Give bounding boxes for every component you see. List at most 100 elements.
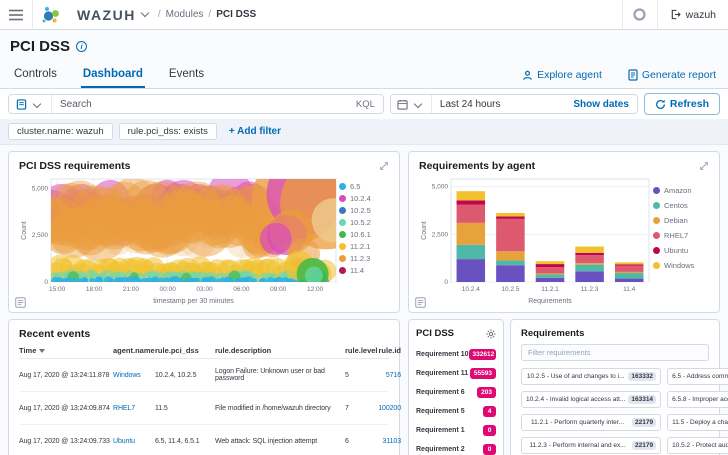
legend-color-dot	[653, 202, 660, 209]
filter-requirements-input[interactable]	[521, 344, 709, 361]
legend-color-dot	[339, 267, 346, 274]
cell-rule-id-link[interactable]: 5716	[373, 372, 401, 379]
panel-pci-dss-requirements: PCI DSS requirements 0 2,500 5,000 15:00 18:…	[8, 151, 400, 313]
kql-toggle[interactable]: KQL	[348, 99, 383, 110]
cell-time: Aug 17, 2020 @ 13:24:09.874	[19, 404, 110, 412]
time-range-value[interactable]: Last 24 hours	[432, 99, 565, 110]
legend-item[interactable]: 10.2.4	[339, 194, 387, 203]
wazuh-logo-icon[interactable]	[33, 0, 69, 30]
legend-item[interactable]: Ubuntu	[653, 246, 707, 255]
hamburger-menu-icon[interactable]	[0, 0, 32, 30]
legend-item[interactable]: 11.4	[339, 266, 387, 275]
table-row[interactable]: Aug 17, 2020 @ 13:24:09.733 Ubuntu 6.5, 11…	[19, 425, 401, 455]
requirement-row[interactable]: Requirement 5 4	[416, 402, 496, 421]
legend-item[interactable]: 11.2.1	[339, 242, 387, 251]
column-header-rule-level[interactable]: rule.level	[345, 346, 378, 355]
refresh-button[interactable]: Refresh	[643, 93, 720, 115]
breadcrumb: / Modules / PCI DSS	[157, 9, 257, 20]
legend-item[interactable]: RHEL7	[653, 231, 707, 240]
requirement-row[interactable]: Requirement 10 332612	[416, 345, 496, 364]
requirement-label: Requirement 1	[416, 427, 465, 434]
legend-item[interactable]: 10.2.5	[339, 206, 387, 215]
logout-icon	[671, 9, 681, 20]
cell-agent-link[interactable]: Ubuntu	[113, 438, 153, 445]
requirement-chip[interactable]: 10.2.4 - Invalid logical access att... 16…	[521, 391, 662, 408]
count-badge: 0	[483, 444, 496, 455]
bubble-chart[interactable]: 0 2,500 5,000 15:00 18:00 21:00 00:00 03:00 06:0…	[19, 174, 339, 306]
filter-pill[interactable]: rule.pci_dss: exists	[118, 123, 217, 140]
legend-item[interactable]: Amazon	[653, 186, 707, 195]
legend-color-dot	[339, 183, 346, 190]
requirement-chip[interactable]: 11.5 - Deploy a change detectio...28	[667, 414, 728, 431]
saved-query-menu-button[interactable]	[9, 95, 52, 113]
svg-text:10.2.5: 10.2.5	[501, 286, 519, 293]
info-icon[interactable]: i	[76, 41, 88, 52]
table-row[interactable]: Aug 17, 2020 @ 13:24:11.878 Windows 10.2.4…	[19, 359, 401, 392]
explore-agent-button[interactable]: Explore agent	[522, 69, 602, 81]
chevron-down-icon	[140, 8, 150, 18]
column-header-rule-description[interactable]: rule.description	[215, 346, 343, 355]
cell-rule-id-link[interactable]: 100200	[373, 405, 401, 412]
column-header-time[interactable]: Time	[19, 346, 111, 355]
column-header-rule-pci_dss[interactable]: rule.pci_dss	[155, 346, 213, 355]
svg-text:10.2.4: 10.2.4	[462, 286, 480, 293]
cell-pci-dss: 10.2.4, 10.2.5	[155, 371, 197, 379]
requirement-chip[interactable]: 10.5.2 - Protect audit trail files fr...…	[667, 437, 728, 454]
svg-text:09:00: 09:00	[270, 286, 287, 293]
legend-color-dot	[339, 231, 346, 238]
requirement-row[interactable]: Requirement 2 0	[416, 440, 496, 455]
add-filter-button[interactable]: + Add filter	[223, 124, 287, 139]
wazuh-wordmark-menu[interactable]: WAZUH	[69, 7, 152, 23]
logout-user-button[interactable]: wazuh	[658, 0, 728, 30]
column-header-agent-name[interactable]: agent.name	[113, 346, 155, 355]
search-input[interactable]	[52, 98, 348, 110]
svg-text:18:00: 18:00	[86, 286, 103, 293]
generate-report-button[interactable]: Generate report	[628, 69, 716, 81]
legend-color-dot	[339, 219, 346, 226]
requirement-chip[interactable]: 6.5.8 - Improper access control ...29	[667, 391, 728, 408]
cell-agent-link[interactable]: Windows	[113, 372, 153, 379]
show-dates-link[interactable]: Show dates	[565, 99, 637, 110]
legend-item[interactable]: 10.6.1	[339, 230, 387, 239]
requirement-row[interactable]: Requirement 1 0	[416, 421, 496, 440]
date-picker-menu-button[interactable]	[391, 95, 432, 113]
requirement-chip[interactable]: 11.2.3 - Perform internal and ex... 22179	[521, 437, 662, 454]
tab-dashboard[interactable]: Dashboard	[80, 61, 145, 88]
gear-icon[interactable]	[486, 328, 496, 339]
legend-item[interactable]: Debian	[653, 216, 707, 225]
stacked-bar-chart[interactable]: 10.2.4 10.2.5 11.2.1 11.2.3 11.4 0 2,500 5,000 R…	[419, 174, 653, 306]
tab-events[interactable]: Events	[167, 61, 206, 88]
legend-toggle-icon[interactable]	[415, 297, 426, 308]
requirement-chip[interactable]: 6.5 - Address common coding ...174	[667, 368, 728, 385]
dashboard-content: PCI DSS requirements 0 2,500 5,000 15:00 18:…	[0, 145, 728, 455]
requirement-row[interactable]: Requirement 11 55593	[416, 364, 496, 383]
requirement-chip-label: 11.5 - Deploy a change detectio...	[672, 419, 728, 426]
expand-icon[interactable]	[699, 161, 709, 171]
svg-text:2,500: 2,500	[432, 231, 449, 238]
legend-item[interactable]: Centos	[653, 201, 707, 210]
legend-item[interactable]: 10.5.2	[339, 218, 387, 227]
column-header-rule-id[interactable]: rule.id	[373, 346, 401, 355]
health-status-icon[interactable]	[623, 0, 657, 30]
requirement-chip[interactable]: 11.2.1 - Perform quarterly inter... 22179	[521, 414, 662, 431]
top-navigation-bar: WAZUH / Modules / PCI DSS wazuh	[0, 0, 728, 30]
table-row[interactable]: Aug 17, 2020 @ 13:24:09.874 RHEL7 11.5 File…	[19, 392, 401, 425]
expand-icon[interactable]	[379, 161, 389, 171]
legend-item[interactable]: 6.5	[339, 182, 387, 191]
requirement-row[interactable]: Requirement 6 203	[416, 383, 496, 402]
agent-icon	[523, 70, 532, 80]
requirement-label: Requirement 5	[416, 408, 465, 415]
svg-text:Count: Count	[21, 221, 28, 240]
refresh-icon	[655, 99, 665, 109]
cell-agent-link[interactable]: RHEL7	[113, 405, 153, 412]
legend-toggle-icon[interactable]	[15, 297, 26, 308]
requirement-chip[interactable]: 10.2.5 - Use of and changes to i... 16333…	[521, 368, 662, 385]
breadcrumb-modules[interactable]: Modules	[166, 9, 204, 20]
legend-item[interactable]: 11.2.3	[339, 254, 387, 263]
svg-text:5,000: 5,000	[32, 185, 49, 192]
tab-controls[interactable]: Controls	[12, 61, 59, 88]
cell-rule-id-link[interactable]: 31103	[373, 438, 402, 445]
legend-item[interactable]: Windows	[653, 261, 707, 270]
requirement-label: Requirement 2	[416, 446, 465, 453]
filter-pill[interactable]: cluster.name: wazuh	[8, 123, 113, 140]
